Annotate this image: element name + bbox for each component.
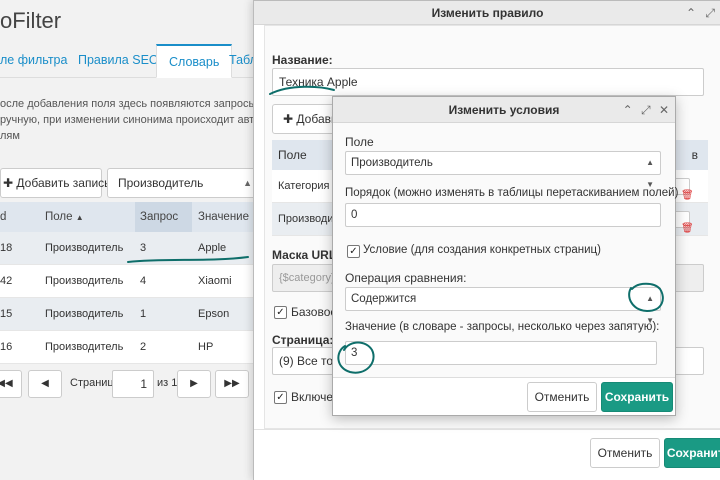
collapse-icon[interactable]: ⌃ <box>686 6 696 20</box>
cond-save-button[interactable]: Сохранить <box>601 382 673 412</box>
column-cond-value[interactable]: в <box>692 140 698 170</box>
app-title: oFilter <box>0 8 62 33</box>
maximize-icon[interactable]: ⤢ <box>641 103 651 117</box>
cond-order-input[interactable]: 0 <box>345 203 661 227</box>
column-cond-field[interactable]: Поле <box>278 140 307 170</box>
cond-field-label: Поле <box>345 135 374 149</box>
double-left-icon: ◀◀ <box>0 378 13 389</box>
delete-condition-button[interactable]: 🗑 <box>674 211 694 234</box>
rule-cancel-button[interactable]: Отменить <box>590 438 660 468</box>
edit-rule-title: Изменить правило <box>431 6 544 20</box>
table-row[interactable]: 18 Производитель 3 Apple <box>0 232 260 265</box>
add-record-button[interactable]: ✚ Добавить запись <box>0 168 110 198</box>
cond-value-label: Значение (в словаре - запросы, несколько… <box>345 321 660 333</box>
close-icon[interactable]: ✕ <box>659 103 669 117</box>
condition-checkbox[interactable]: ✓ <box>347 245 360 258</box>
cond-operation-select[interactable]: Содержится ▲ ▼ <box>345 287 661 325</box>
rule-name-label: Название: <box>272 53 333 67</box>
tab-filter-fields[interactable]: ле фильтра <box>0 44 67 78</box>
edit-condition-body: Поле Производитель ▲ ▼ Порядок (можно изм… <box>333 123 679 377</box>
last-page-button[interactable]: ▶▶ <box>215 370 249 398</box>
column-request[interactable]: Запрос <box>135 202 192 232</box>
sort-asc-icon: ▲ <box>75 213 84 222</box>
column-id[interactable]: d <box>0 202 36 232</box>
table-row[interactable]: 15 Производитель 1 Epson <box>0 298 260 331</box>
first-page-button[interactable]: ◀◀ <box>0 370 22 398</box>
tab-seo-rules[interactable]: Правила SEO <box>78 44 159 78</box>
next-page-button[interactable]: ▶ <box>177 370 211 398</box>
cond-order-label: Порядок (можно изменять в таблицы перета… <box>345 187 679 199</box>
right-icon: ▶ <box>190 378 198 389</box>
tab-dictionary[interactable]: Словарь <box>156 44 233 78</box>
table-row[interactable]: 42 Производитель 4 Xiaomi <box>0 265 260 298</box>
table-row[interactable]: 16 Производитель 2 HP <box>0 331 260 364</box>
condition-checkbox-label: Условие (для создания конкретных страниц… <box>363 244 601 256</box>
tab-bar: ле фильтра Правила SEO Словарь Табл <box>0 44 260 78</box>
left-icon: ◀ <box>41 378 49 389</box>
edit-condition-footer: Отменить Сохранить <box>333 377 675 415</box>
enabled-checkbox[interactable]: ✓ <box>274 391 287 404</box>
double-right-icon: ▶▶ <box>224 378 240 389</box>
edit-condition-title: Изменить условия <box>448 103 560 117</box>
field-filter-select[interactable]: Производитель ▲▼ <box>107 168 259 216</box>
page-count: из 1 <box>157 377 178 389</box>
page-number-input[interactable]: 1 <box>112 370 154 398</box>
edit-condition-header[interactable]: Изменить условия ⌃ ⤢ ✕ <box>333 97 675 123</box>
dictionary-description: осле добавления поля здесь появляются за… <box>0 98 258 142</box>
cond-operation-label: Операция сравнения: <box>345 271 467 285</box>
plus-icon: ✚ <box>283 112 294 126</box>
edit-rule-header[interactable]: Изменить правило ⌃ ⤢ <box>254 1 720 25</box>
cond-cancel-button[interactable]: Отменить <box>527 382 597 412</box>
prev-page-button[interactable]: ◀ <box>28 370 62 398</box>
trash-icon: 🗑 <box>681 223 694 234</box>
column-value[interactable]: Значение <box>198 202 249 232</box>
dictionary-grid: d Поле ▲ Запрос Значение 18 Производител… <box>0 202 260 364</box>
page-field-label: Страница: <box>272 333 334 347</box>
base-checkbox[interactable]: ✓ <box>274 306 287 319</box>
plus-icon: ✚ <box>3 176 14 190</box>
rule-save-button[interactable]: Сохранить <box>664 438 720 468</box>
cond-field-select[interactable]: Производитель ▲ ▼ <box>345 151 661 189</box>
dictionary-page: oFilter ле фильтра Правила SEO Словарь Т… <box>0 0 260 480</box>
column-field[interactable]: Поле ▲ <box>45 202 84 233</box>
rule-name-input[interactable]: Техника Apple <box>272 68 704 96</box>
pagination: ◀◀ ◀ Страница 1 из 1 ▶ ▶▶ <box>0 370 260 402</box>
maximize-icon[interactable]: ⤢ <box>705 6 715 20</box>
collapse-icon[interactable]: ⌃ <box>623 103 633 117</box>
cond-value-input[interactable]: 3 <box>345 341 657 365</box>
edit-condition-modal: Изменить условия ⌃ ⤢ ✕ Поле Производител… <box>332 96 679 416</box>
grid-header: d Поле ▲ Запрос Значение <box>0 202 260 232</box>
edit-rule-footer: Отменить Сохранить <box>254 429 720 480</box>
